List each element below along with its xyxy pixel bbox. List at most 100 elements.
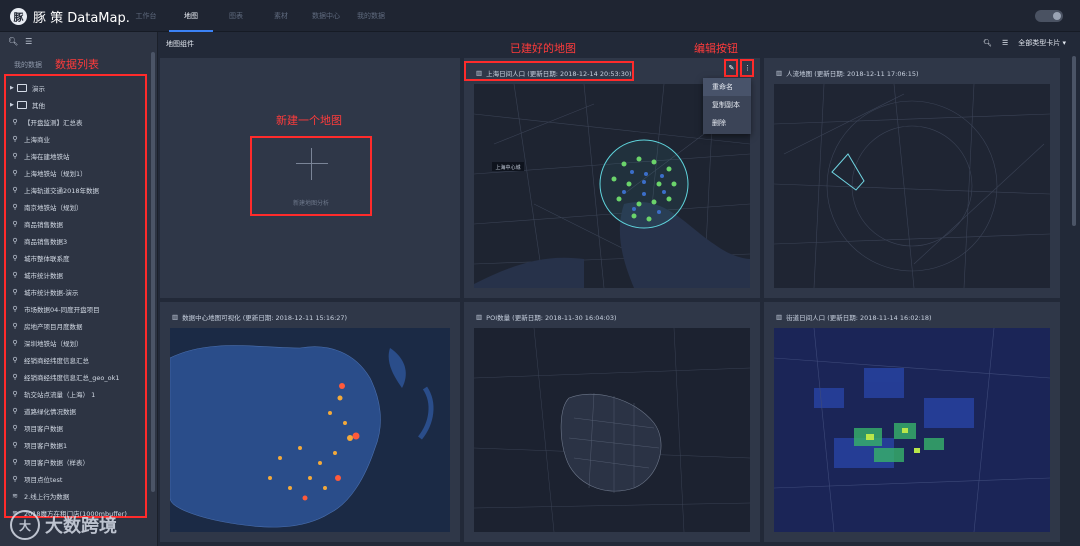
new-map-button[interactable]: 新建地图分析: [250, 136, 372, 216]
list-item[interactable]: ⚲ 上海地铁站（规划1）: [10, 164, 145, 181]
new-map-label: 新建地图分析: [292, 200, 329, 207]
nav-data-center[interactable]: 数据中心: [304, 0, 348, 32]
list-item[interactable]: ⚲ 项目客户数据: [10, 419, 145, 436]
list-item[interactable]: ⚲ 道路绿化情况数据: [10, 402, 145, 419]
list-item[interactable]: ⚲ 经销商经纬度信息汇总: [10, 351, 145, 368]
map-label-downtown: 上海中心城: [495, 164, 520, 171]
list-item-label: 城市整体联系度: [24, 254, 70, 263]
list-item[interactable]: ▶ 演示: [10, 79, 145, 96]
map-card-street-population[interactable]: ▥ 街道日间人口 (更新日期: 2018-11-14 16:02:18): [764, 302, 1060, 542]
map-icon: ▥: [172, 313, 179, 321]
list-item[interactable]: ⚲ 【开盘监测】汇总表: [10, 113, 145, 130]
nav-map[interactable]: 地图: [169, 0, 213, 32]
sidebar-scrollbar[interactable]: [150, 52, 156, 542]
nav-assets[interactable]: 素材: [259, 0, 303, 32]
filter-icon[interactable]: ☰: [25, 37, 32, 46]
list-item[interactable]: ⚲ 经销商经纬度信息汇总_geo_ok1: [10, 368, 145, 385]
list-item-label: 项目客户数据1: [24, 441, 68, 450]
list-item-label: 项目客户数据（样表）: [24, 458, 89, 467]
list-item[interactable]: ⚲ 项目客户数据1: [10, 436, 145, 453]
folder-icon: [17, 83, 27, 92]
map-pin-icon: ⚲: [12, 406, 18, 415]
edit-icon[interactable]: ✎: [726, 62, 737, 74]
main-scrollbar[interactable]: [1072, 56, 1076, 226]
list-item[interactable]: ⚲ 深圳地铁站（规划）: [10, 334, 145, 351]
built-map-title-highlight: [464, 61, 634, 81]
map-pin-icon: ⚲: [12, 474, 18, 483]
list-item[interactable]: ⚲ 商品销售数据: [10, 215, 145, 232]
map-card-pedestrian[interactable]: ▥ 人流地图 (更新日期: 2018-12-11 17:06:15): [764, 58, 1060, 298]
app-logo[interactable]: 豚 豚 策 DataMap.: [10, 7, 130, 26]
list-item-label: 经销商经纬度信息汇总: [24, 356, 89, 365]
menu-delete[interactable]: 删除: [703, 114, 751, 132]
list-item[interactable]: ⚲ 轨交站点流量（上海） 1: [10, 385, 145, 402]
list-item-label: 上海轨道交通2018年数据: [24, 186, 100, 195]
list-item[interactable]: ⚲ 城市统计数据: [10, 266, 145, 283]
list-item-label: 城市统计数据-演示: [24, 288, 79, 297]
list-item-label: 项目点位test: [24, 475, 63, 484]
list-item-label: 2.线上行为数据: [24, 492, 70, 501]
list-item-label: 南京地铁站（规划）: [24, 203, 83, 212]
search-icon[interactable]: 🔍︎: [983, 39, 992, 47]
sidebar-scroll-thumb[interactable]: [151, 52, 155, 492]
main-nav: 工作台 地图 图表 素材 数据中心 我的数据: [124, 0, 394, 32]
map-pin-icon: ⚲: [12, 219, 18, 228]
card-menu: 重命名 复制副本 删除: [703, 78, 751, 134]
sidebar: 🔍︎ ☰ 我的数据 数据列表 ▶ 演示 ▶ 其他 ⚲ 【开盘监测】汇总表 ⚲ 上海商业 ⚲ 上海在…: [0, 32, 158, 546]
map-pin-icon: ⚲: [12, 457, 18, 466]
map-pin-icon: ⚲: [12, 185, 18, 194]
map-card-poi[interactable]: ▥ POI数量 (更新日期: 2018-11-30 16:04:03): [464, 302, 760, 542]
nav-my-data[interactable]: 我的数据: [349, 0, 393, 32]
new-map-card[interactable]: 新建一个地图 新建地图分析: [160, 58, 460, 298]
nav-chart[interactable]: 图表: [214, 0, 258, 32]
type-filter[interactable]: 全部类型卡片 ▾: [1018, 38, 1066, 48]
map-pin-icon: ⚲: [12, 304, 18, 313]
brand-name: 豚 策 DataMap.: [33, 11, 130, 26]
list-item[interactable]: ⚲ 项目点位test: [10, 470, 145, 487]
map-card-data-center[interactable]: ▥ 数据中心地图可视化 (更新日期: 2018-12-11 15:16:27): [160, 302, 460, 542]
list-item[interactable]: ▶ 其他: [10, 96, 145, 113]
map-pin-icon: ⚲: [12, 287, 18, 296]
sort-icon[interactable]: ☰: [1002, 39, 1008, 47]
list-item[interactable]: ⚲ 房地产项目月度数据: [10, 317, 145, 334]
top-bar: 豚 豚 策 DataMap. 工作台 地图 图表 素材 数据中心 我的数据: [0, 0, 1080, 32]
list-item[interactable]: ⚲ 上海轨道交通2018年数据: [10, 181, 145, 198]
card-title: ▥ 数据中心地图可视化 (更新日期: 2018-12-11 15:16:27): [172, 313, 348, 322]
list-item-label: 道路绿化情况数据: [24, 407, 76, 416]
list-item-label: 【开盘监测】汇总表: [24, 118, 83, 127]
list-item[interactable]: ⚲ 城市整体联系度: [10, 249, 145, 266]
list-item[interactable]: ⚲ 项目客户数据（样表）: [10, 453, 145, 470]
chevron-right-icon[interactable]: ▶: [10, 85, 17, 91]
menu-duplicate[interactable]: 复制副本: [703, 96, 751, 114]
list-item[interactable]: ⚲ 商品销售数据3: [10, 232, 145, 249]
list-item-label: 经销商经纬度信息汇总_geo_ok1: [24, 373, 120, 382]
menu-rename[interactable]: 重命名: [703, 78, 751, 96]
map-preview-pedestrian[interactable]: [774, 84, 1050, 288]
more-icon[interactable]: ⋮: [742, 62, 753, 74]
list-item-label: 上海商业: [24, 135, 50, 144]
chevron-right-icon[interactable]: ▶: [10, 102, 17, 108]
list-item[interactable]: ⚲ 上海商业: [10, 130, 145, 147]
theme-toggle[interactable]: [1035, 10, 1063, 22]
map-pin-icon: ⚲: [12, 321, 18, 330]
card-title: ▥ POI数量 (更新日期: 2018-11-30 16:04:03): [476, 313, 617, 322]
map-preview-poi[interactable]: [474, 328, 750, 532]
watermark: 大 大数跨境: [10, 510, 117, 540]
map-pin-icon: ⚲: [12, 355, 18, 364]
nav-workbench[interactable]: 工作台: [124, 0, 168, 32]
map-pin-icon: ⚲: [12, 134, 18, 143]
search-icon[interactable]: 🔍︎: [8, 37, 18, 46]
list-item[interactable]: ⚲ 市场数据04-同度开盘项目: [10, 300, 145, 317]
map-preview-heatmap[interactable]: [774, 328, 1050, 532]
map-pin-icon: ⚲: [12, 389, 18, 398]
list-item[interactable]: ⚲ 南京地铁站（规划）: [10, 198, 145, 215]
main-tools: 🔍︎ ☰ 全部类型卡片 ▾: [983, 38, 1066, 48]
map-preview-china[interactable]: [170, 328, 450, 532]
list-item[interactable]: ⚲ 上海在建地铁站: [10, 147, 145, 164]
list-item[interactable]: ≋ 2.线上行为数据: [10, 487, 145, 504]
tab-my-data[interactable]: 我的数据: [14, 60, 42, 70]
built-map-annotation: 已建好的地图: [510, 42, 576, 55]
map-pin-icon: ⚲: [12, 151, 18, 160]
list-item[interactable]: ⚲ 城市统计数据-演示: [10, 283, 145, 300]
map-pin-icon: ⚲: [12, 423, 18, 432]
